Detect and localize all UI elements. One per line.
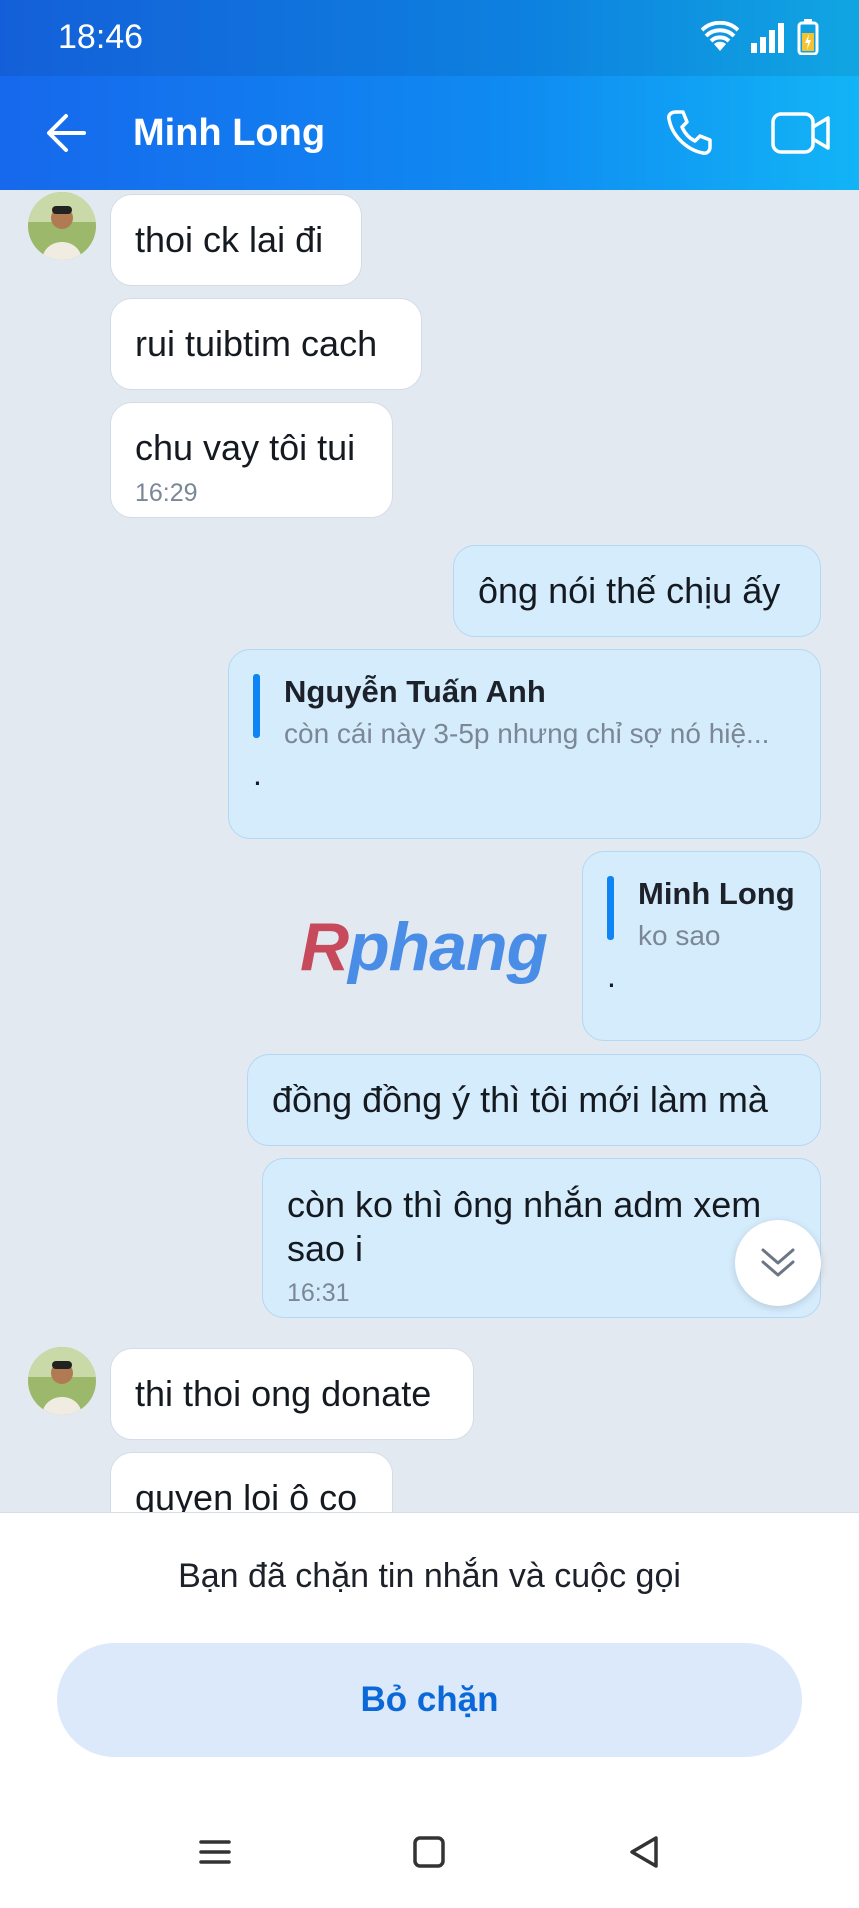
watermark-logo: Rphang	[300, 908, 548, 986]
quoted-sender: Minh Long	[638, 876, 795, 911]
message-text: .	[253, 756, 262, 792]
reply-message-bubble[interactable]: Nguyễn Tuấn Anh còn cái này 3-5p nhưng c…	[228, 649, 821, 839]
message-text: thoi ck lai đi	[135, 219, 324, 260]
message-time: 16:31	[287, 1279, 350, 1307]
contact-name[interactable]: Minh Long	[133, 112, 325, 155]
status-bar: 18:46	[0, 0, 859, 76]
message-text: ông nói thế chịu ấy	[478, 570, 781, 611]
chat-header: Minh Long	[0, 76, 859, 190]
back-triangle-icon[interactable]	[622, 1830, 666, 1874]
double-chevron-down-icon	[761, 1248, 795, 1277]
signal-icon	[751, 23, 784, 53]
arrow-left-icon[interactable]	[40, 104, 98, 162]
top-bar: 18:46 Minh Long	[0, 0, 859, 190]
chat-messages: thoi ck lai đi rui tuibtim cach chu vay …	[0, 190, 859, 1512]
message-bubble[interactable]: đồng đồng ý thì tôi mới làm mà	[247, 1054, 821, 1146]
message-bubble[interactable]: rui tuibtim cach	[110, 298, 422, 390]
system-nav-bar	[0, 1800, 859, 1908]
blocked-panel: Bạn đã chặn tin nhắn và cuộc gọi Bỏ chặn	[0, 1512, 859, 1801]
message-text: rui tuibtim cach	[135, 323, 378, 364]
message-bubble[interactable]: quyen loi ô co	[110, 1452, 393, 1512]
unblock-button[interactable]: Bỏ chặn	[57, 1643, 802, 1757]
message-bubble[interactable]: thoi ck lai đi	[110, 194, 362, 286]
avatar[interactable]	[28, 192, 96, 260]
message-text: chu vay tôi tui	[135, 427, 356, 468]
quote-bar	[253, 674, 260, 738]
scroll-to-bottom-button[interactable]	[735, 1220, 821, 1306]
watermark-rest: phang	[348, 909, 548, 985]
quoted-sender: Nguyễn Tuấn Anh	[284, 674, 546, 709]
message-text: .	[607, 958, 616, 994]
reply-message-bubble[interactable]: Minh Long ko sao .	[582, 851, 821, 1041]
message-text: còn ko thì ông nhắn adm xem sao i	[287, 1184, 762, 1269]
menu-icon[interactable]	[193, 1830, 237, 1874]
avatar[interactable]	[28, 1347, 96, 1415]
message-text: thi thoi ong donate	[135, 1373, 432, 1414]
message-bubble[interactable]: thi thoi ong donate	[110, 1348, 474, 1440]
quote-bar	[607, 876, 614, 940]
phone-icon[interactable]	[662, 106, 716, 160]
home-icon[interactable]	[407, 1830, 451, 1874]
wifi-icon	[701, 21, 739, 51]
watermark-first: R	[300, 909, 349, 985]
message-time: 16:29	[135, 479, 198, 507]
message-text: quyen loi ô co	[135, 1477, 358, 1512]
video-camera-icon[interactable]	[770, 108, 832, 158]
status-time: 18:46	[58, 18, 144, 56]
message-bubble[interactable]: chu vay tôi tui 16:29	[110, 402, 393, 518]
battery-icon	[797, 19, 819, 55]
blocked-notice: Bạn đã chặn tin nhắn và cuộc gọi	[178, 1557, 681, 1595]
message-text: đồng đồng ý thì tôi mới làm mà	[272, 1079, 768, 1120]
message-bubble[interactable]: ông nói thế chịu ấy	[453, 545, 821, 637]
quoted-text: ko sao	[638, 920, 721, 951]
status-icons	[701, 16, 819, 58]
quoted-text: còn cái này 3-5p nhưng chỉ sợ nó hiệ...	[284, 718, 770, 749]
